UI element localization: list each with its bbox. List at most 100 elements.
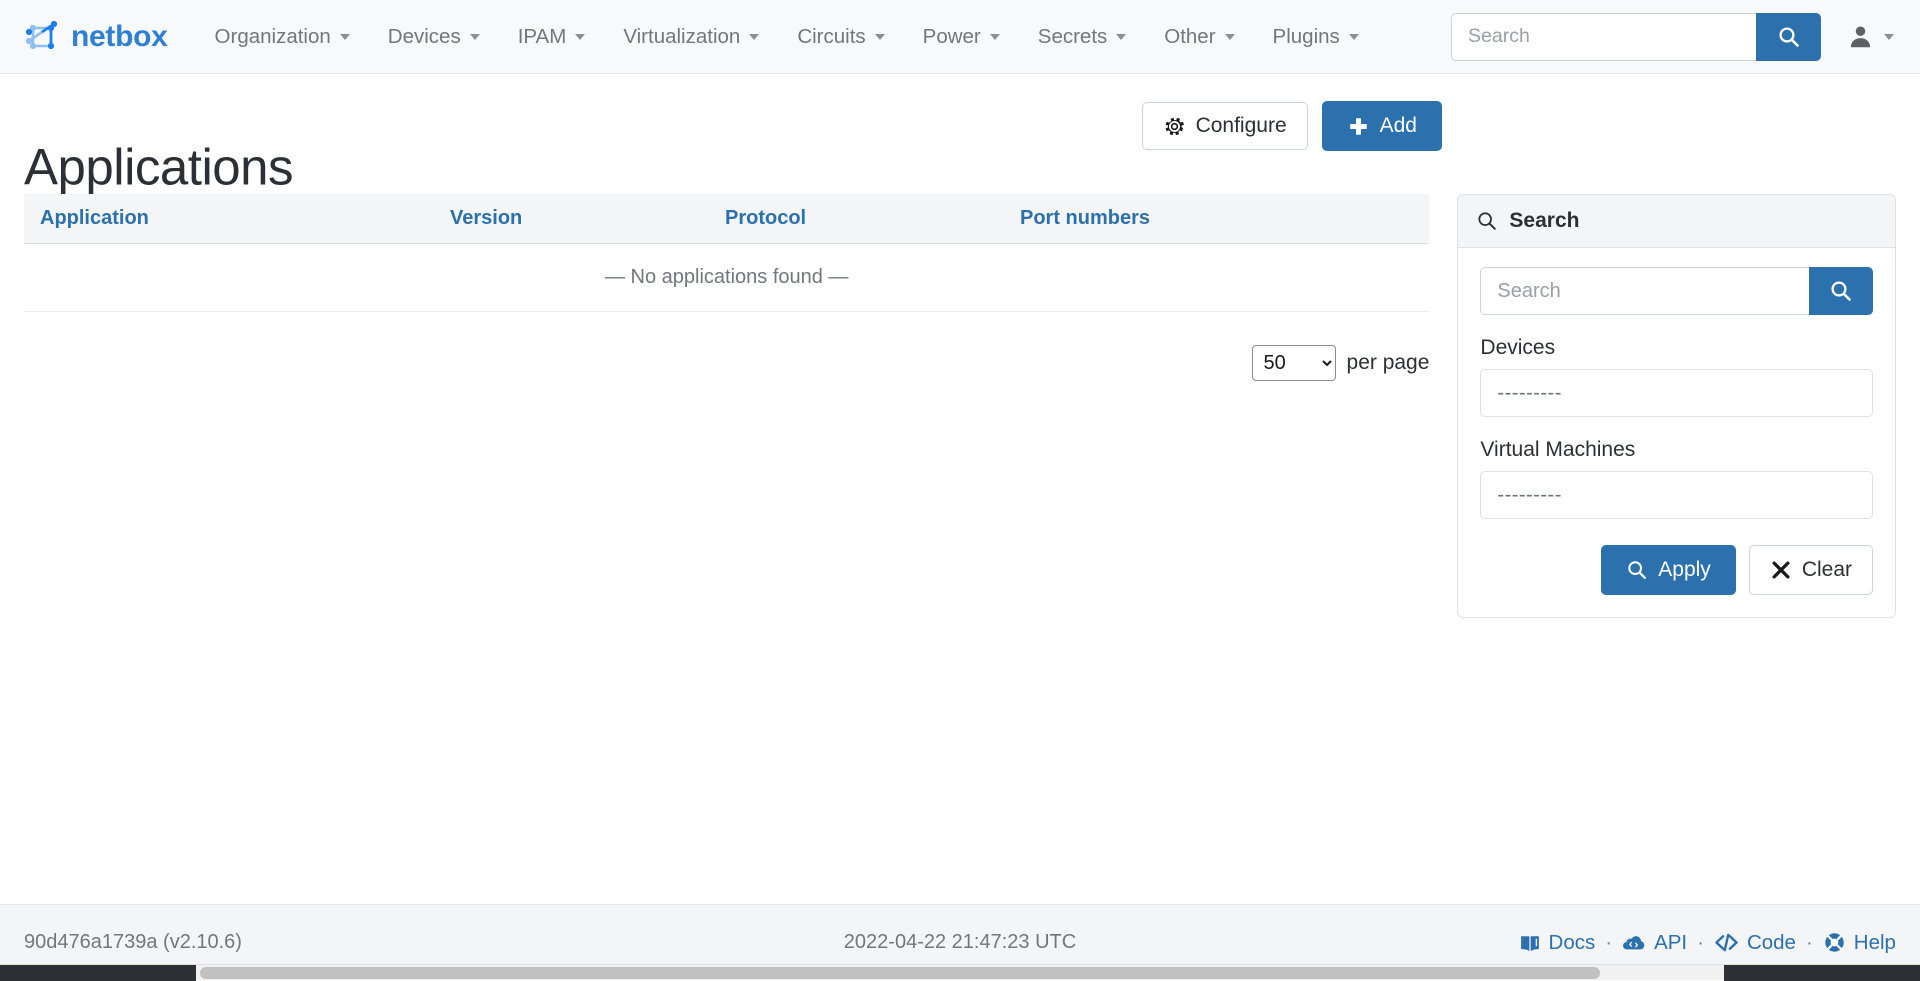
nav-item-label: Devices xyxy=(388,25,461,49)
search-icon xyxy=(1476,210,1498,232)
nav-item-ipam[interactable]: IPAM xyxy=(499,16,605,58)
scrollbar-gutter-left xyxy=(0,965,196,981)
table-empty-row: — No applications found — xyxy=(24,244,1429,312)
nav-item-label: Other xyxy=(1164,25,1215,49)
applications-table: Application Version Protocol Port number… xyxy=(24,194,1429,312)
search-input[interactable] xyxy=(1451,13,1756,61)
nav-item-power[interactable]: Power xyxy=(904,16,1019,58)
gear-icon xyxy=(1163,115,1186,138)
chevron-down-icon xyxy=(1349,34,1359,40)
life-ring-icon xyxy=(1823,931,1846,954)
empty-message: — No applications found — xyxy=(24,244,1429,312)
scrollbar-thumb[interactable] xyxy=(200,967,1600,979)
footer-separator: · xyxy=(1602,931,1615,955)
apply-button[interactable]: Apply xyxy=(1601,545,1736,595)
per-page-label: per page xyxy=(1347,351,1430,375)
page-title: Applications xyxy=(24,140,293,194)
search-button[interactable] xyxy=(1756,13,1821,61)
sidebar-search-input[interactable] xyxy=(1480,267,1809,315)
nav-item-label: IPAM xyxy=(518,25,567,49)
paginator: 50 per page xyxy=(24,345,1429,381)
column-header-application[interactable]: Application xyxy=(24,194,434,244)
nav-item-secrets[interactable]: Secrets xyxy=(1019,16,1146,58)
add-button-label: Add xyxy=(1380,114,1417,138)
nav-item-devices[interactable]: Devices xyxy=(369,16,499,58)
search-icon xyxy=(1626,559,1648,581)
search-icon xyxy=(1829,279,1853,303)
horizontal-scrollbar[interactable] xyxy=(0,964,1920,980)
footer-link-docs[interactable]: Docs xyxy=(1519,931,1596,955)
footer-link-label: Code xyxy=(1747,931,1796,955)
chevron-down-icon xyxy=(875,34,885,40)
footer-link-help[interactable]: Help xyxy=(1823,931,1896,955)
nav-item-plugins[interactable]: Plugins xyxy=(1254,16,1378,58)
nav-item-label: Plugins xyxy=(1273,25,1340,49)
user-icon xyxy=(1847,23,1874,50)
top-navbar: netbox Organization Devices IPAM Virtual… xyxy=(0,0,1920,74)
column-header-protocol[interactable]: Protocol xyxy=(709,194,1004,244)
chevron-down-icon xyxy=(575,34,585,40)
footer-link-api[interactable]: API xyxy=(1622,931,1687,955)
page-header-actions: Configure Add xyxy=(1142,101,1442,151)
configure-button-label: Configure xyxy=(1196,114,1287,138)
column-header-version[interactable]: Version xyxy=(434,194,709,244)
nav-item-other[interactable]: Other xyxy=(1145,16,1253,58)
sidebar-search-group xyxy=(1480,267,1873,315)
brand-text: netbox xyxy=(71,20,168,54)
search-icon xyxy=(1777,25,1801,49)
nav-item-label: Virtualization xyxy=(623,25,740,49)
nav-item-label: Secrets xyxy=(1038,25,1108,49)
table-body: — No applications found — xyxy=(24,244,1429,312)
code-icon xyxy=(1714,931,1739,954)
footer-timestamp: 2022-04-22 21:47:23 UTC xyxy=(642,931,1278,954)
footer-version: 90d476a1739a (v2.10.6) xyxy=(24,931,642,954)
devices-select[interactable]: --------- xyxy=(1480,369,1873,417)
footer-link-label: API xyxy=(1654,931,1687,955)
footer-link-label: Docs xyxy=(1549,931,1596,955)
column-header-link[interactable]: Application xyxy=(40,207,149,229)
column-header-link[interactable]: Protocol xyxy=(725,207,806,229)
devices-field-label: Devices xyxy=(1480,336,1873,360)
apply-button-label: Apply xyxy=(1658,558,1711,582)
nav-item-organization[interactable]: Organization xyxy=(196,16,369,58)
clear-button-label: Clear xyxy=(1802,558,1852,582)
virtual-machines-select[interactable]: --------- xyxy=(1480,471,1873,519)
book-icon xyxy=(1519,932,1541,954)
main-column: Application Version Protocol Port number… xyxy=(24,194,1429,618)
brand-logo-link[interactable]: netbox xyxy=(24,19,168,55)
nav-items: Organization Devices IPAM Virtualization… xyxy=(196,16,1378,58)
nav-item-circuits[interactable]: Circuits xyxy=(778,16,903,58)
virtual-machines-field-label: Virtual Machines xyxy=(1480,438,1873,462)
close-icon xyxy=(1770,559,1792,581)
column-header-link[interactable]: Version xyxy=(450,207,522,229)
chevron-down-icon xyxy=(990,34,1000,40)
chevron-down-icon xyxy=(470,34,480,40)
chevron-down-icon xyxy=(749,34,759,40)
column-header-link[interactable]: Port numbers xyxy=(1020,207,1150,229)
nav-item-label: Organization xyxy=(215,25,331,49)
netbox-logo-icon xyxy=(24,19,60,55)
user-menu[interactable] xyxy=(1847,23,1894,50)
search-filter-card-body: Devices --------- Virtual Machines -----… xyxy=(1458,248,1895,617)
devices-select-value: --------- xyxy=(1497,382,1561,405)
column-header-port-numbers[interactable]: Port numbers xyxy=(1004,194,1429,244)
sidebar-search-button[interactable] xyxy=(1809,267,1873,315)
nav-item-virtualization[interactable]: Virtualization xyxy=(604,16,778,58)
search-filter-card-header: Search xyxy=(1458,195,1895,248)
per-page-select[interactable]: 50 xyxy=(1252,345,1336,381)
footer-links: Docs · API · Code · xyxy=(1278,931,1896,955)
plus-icon xyxy=(1347,115,1370,138)
navbar-search-group xyxy=(1451,13,1821,61)
clear-button[interactable]: Clear xyxy=(1749,545,1873,595)
page-header: Applications Configure Add xyxy=(0,74,1920,194)
footer-link-code[interactable]: Code xyxy=(1714,931,1796,955)
configure-button[interactable]: Configure xyxy=(1142,102,1308,150)
footer-separator: · xyxy=(1694,931,1707,955)
content-row: Application Version Protocol Port number… xyxy=(0,194,1920,618)
virtual-machines-select-value: --------- xyxy=(1497,484,1561,507)
add-button[interactable]: Add xyxy=(1322,101,1442,151)
scrollbar-gutter-right xyxy=(1724,965,1920,981)
table-head: Application Version Protocol Port number… xyxy=(24,194,1429,244)
search-filter-card-title: Search xyxy=(1509,209,1579,233)
footer-separator: · xyxy=(1803,931,1816,955)
